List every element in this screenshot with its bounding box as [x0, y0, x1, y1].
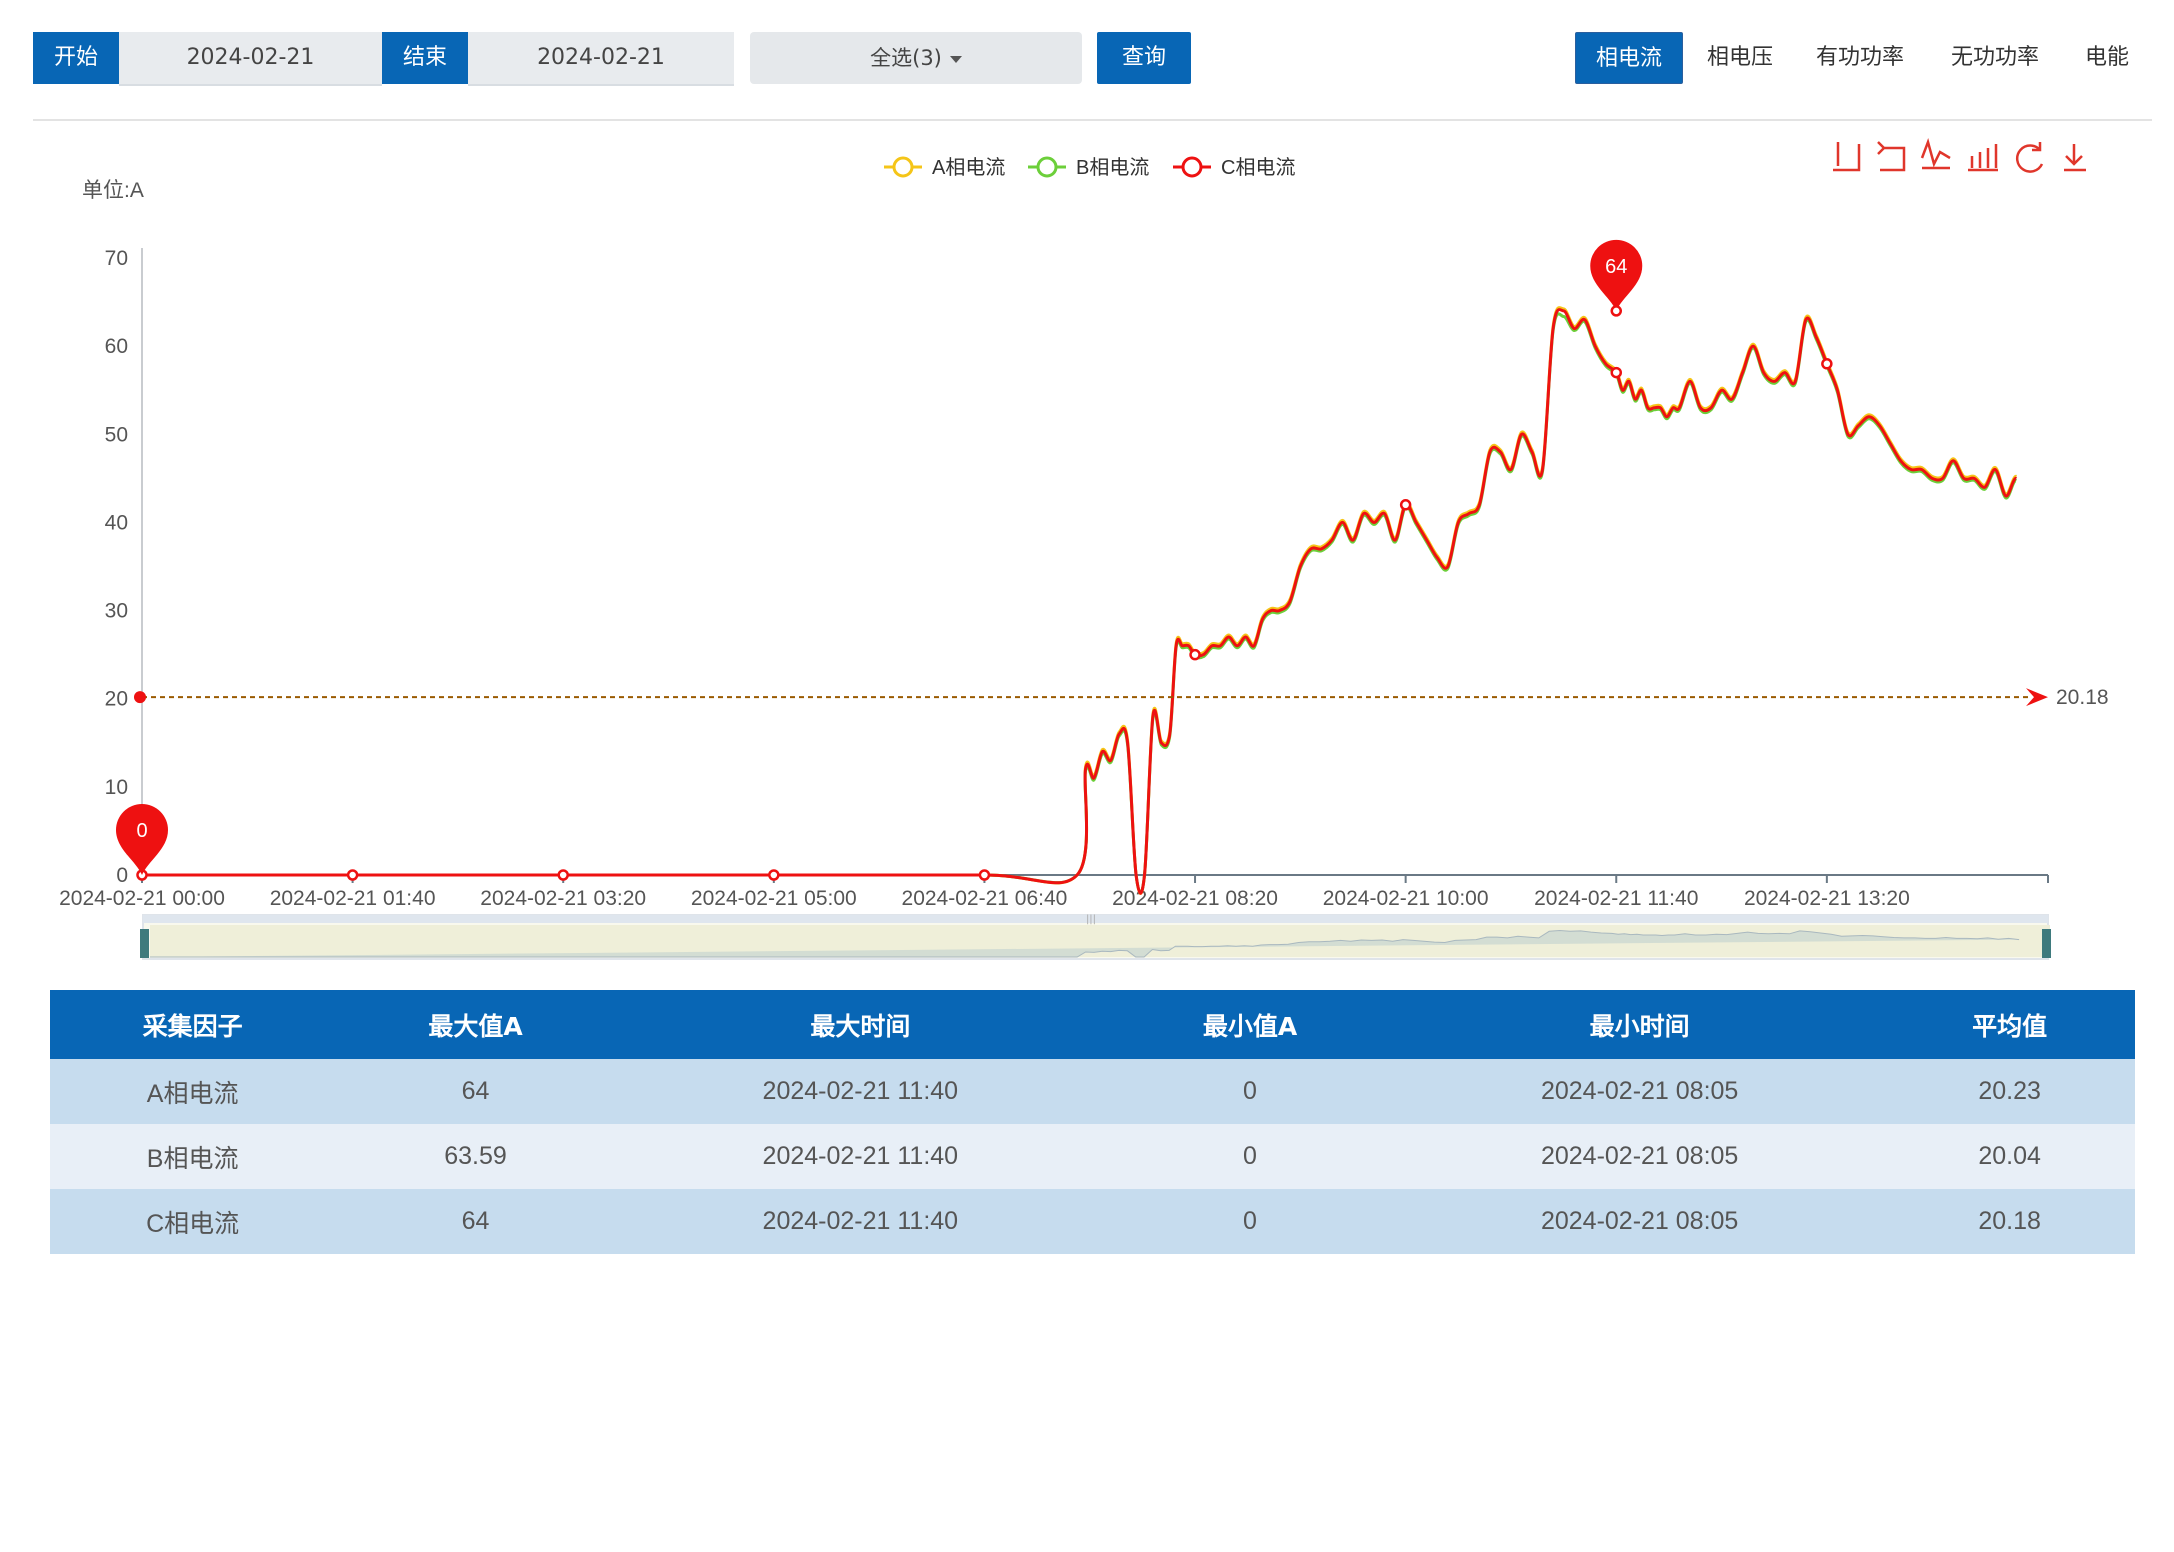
table-row: A相电流 64 2024-02-21 11:40 0 2024-02-21 08…	[50, 1059, 2135, 1124]
col-min[interactable]: 最小值A	[1104, 990, 1396, 1059]
x-tick-label: 2024-02-21 01:40	[270, 887, 436, 910]
data-point	[1189, 648, 1201, 661]
line-chart-icon[interactable]	[1920, 137, 1951, 170]
data-point	[1399, 499, 1412, 511]
col-factor[interactable]: 采集因子	[50, 990, 336, 1059]
legend-item-b[interactable]: B相电流	[1028, 156, 1149, 179]
cell-min: 0	[1104, 1124, 1396, 1189]
x-tick-label: 2024-02-21 05:00	[691, 887, 857, 910]
x-tick-label: 2024-02-21 08:20	[1112, 887, 1278, 910]
legend-item-c[interactable]: C相电流	[1173, 156, 1295, 179]
max-point	[1610, 305, 1623, 317]
current-line-chart: 单位:A A相电流 B相电流 C相电流 0 10 20 30 40 50 60 70 2024-…	[59, 137, 2109, 960]
cell-factor: C相电流	[50, 1189, 336, 1254]
cell-min: 0	[1104, 1059, 1396, 1124]
cell-min-time: 2024-02-21 08:05	[1395, 1059, 1885, 1124]
slider-right-handle[interactable]	[2042, 929, 2051, 958]
legend-label-c: C相电流	[1221, 156, 1295, 179]
legend-item-a[interactable]: A相电流	[884, 156, 1005, 179]
data-point	[978, 869, 991, 881]
cell-avg: 20.18	[1884, 1189, 2135, 1254]
cell-max-time: 2024-02-21 11:40	[615, 1059, 1105, 1124]
cell-max-time: 2024-02-21 11:40	[615, 1124, 1105, 1189]
average-line-start	[134, 691, 146, 704]
y-tick-label: 30	[105, 600, 128, 623]
y-tick-label: 0	[116, 864, 128, 887]
bar-chart-icon[interactable]	[1968, 144, 1998, 172]
download-icon[interactable]	[2064, 144, 2086, 172]
chart-legend: A相电流 B相电流 C相电流	[884, 156, 1295, 179]
unit-label: 单位:A	[82, 179, 144, 202]
chart-toolbox	[1833, 137, 2086, 173]
col-min-time[interactable]: 最小时间	[1395, 990, 1885, 1059]
slider-grip-icon[interactable]: |||	[1086, 914, 1096, 925]
cell-avg: 20.23	[1884, 1059, 2135, 1124]
y-tick-label: 40	[105, 511, 128, 534]
x-tick-label: 2024-02-21 10:00	[1323, 887, 1489, 910]
table-row: C相电流 64 2024-02-21 11:40 0 2024-02-21 08…	[50, 1189, 2135, 1254]
cell-max: 64	[335, 1059, 616, 1124]
data-point	[1610, 366, 1623, 379]
y-tick-label: 10	[105, 776, 128, 799]
series-b-line	[142, 312, 2018, 895]
data-point	[346, 869, 359, 881]
x-tick-label: 2024-02-21 06:40	[902, 887, 1068, 910]
stats-table: 采集因子 最大值A 最大时间 最小值A 最小时间 平均值 A相电流 64 202…	[50, 990, 2135, 1254]
refresh-icon[interactable]	[2015, 142, 2044, 173]
data-zoom-slider[interactable]: |||	[140, 914, 2051, 960]
y-tick-label: 50	[105, 423, 128, 446]
col-max-time[interactable]: 最大时间	[615, 990, 1105, 1059]
cell-min: 0	[1104, 1189, 1396, 1254]
cell-max-time: 2024-02-21 11:40	[615, 1189, 1105, 1254]
x-tick-label: 2024-02-21 00:00	[59, 887, 225, 910]
min-value-pin-label: 0	[136, 820, 147, 842]
cell-max: 64	[335, 1189, 616, 1254]
zoom-reset-icon[interactable]	[1877, 141, 1906, 172]
cell-min-time: 2024-02-21 08:05	[1395, 1124, 1885, 1189]
zoom-icon[interactable]	[1833, 142, 1861, 172]
col-avg[interactable]: 平均值	[1884, 990, 2135, 1059]
data-point	[1821, 358, 1833, 370]
y-tick-label: 70	[105, 247, 128, 270]
x-tick-label: 2024-02-21 11:40	[1534, 887, 1698, 910]
cell-avg: 20.04	[1884, 1124, 2135, 1189]
cell-factor: A相电流	[50, 1059, 336, 1124]
average-line-label: 20.18	[2056, 686, 2109, 709]
y-tick-label: 60	[105, 335, 128, 358]
max-value-pin: 64	[1590, 239, 1643, 311]
legend-label-b: B相电流	[1076, 156, 1149, 179]
cell-factor: B相电流	[50, 1124, 336, 1189]
col-max[interactable]: 最大值A	[335, 990, 616, 1059]
cell-max: 63.59	[335, 1124, 616, 1189]
y-tick-label: 20	[105, 688, 128, 711]
max-value-pin-label: 64	[1605, 256, 1627, 278]
x-tick-label: 2024-02-21 13:20	[1744, 887, 1910, 910]
average-line-arrow	[2026, 688, 2048, 707]
slider-left-handle[interactable]	[140, 929, 149, 958]
table-header-row: 采集因子 最大值A 最大时间 最小值A 最小时间 平均值	[50, 990, 2135, 1059]
legend-label-a: A相电流	[932, 156, 1005, 179]
data-point	[557, 869, 569, 881]
cell-min-time: 2024-02-21 08:05	[1395, 1189, 1885, 1254]
table-row: B相电流 63.59 2024-02-21 11:40 0 2024-02-21…	[50, 1124, 2135, 1189]
plot-area: 0 10 20 30 40 50 60 70 2024-02-21 00:00 2024-02-2…	[59, 239, 2109, 910]
x-tick-label: 2024-02-21 03:20	[480, 887, 646, 910]
data-point	[768, 869, 780, 881]
